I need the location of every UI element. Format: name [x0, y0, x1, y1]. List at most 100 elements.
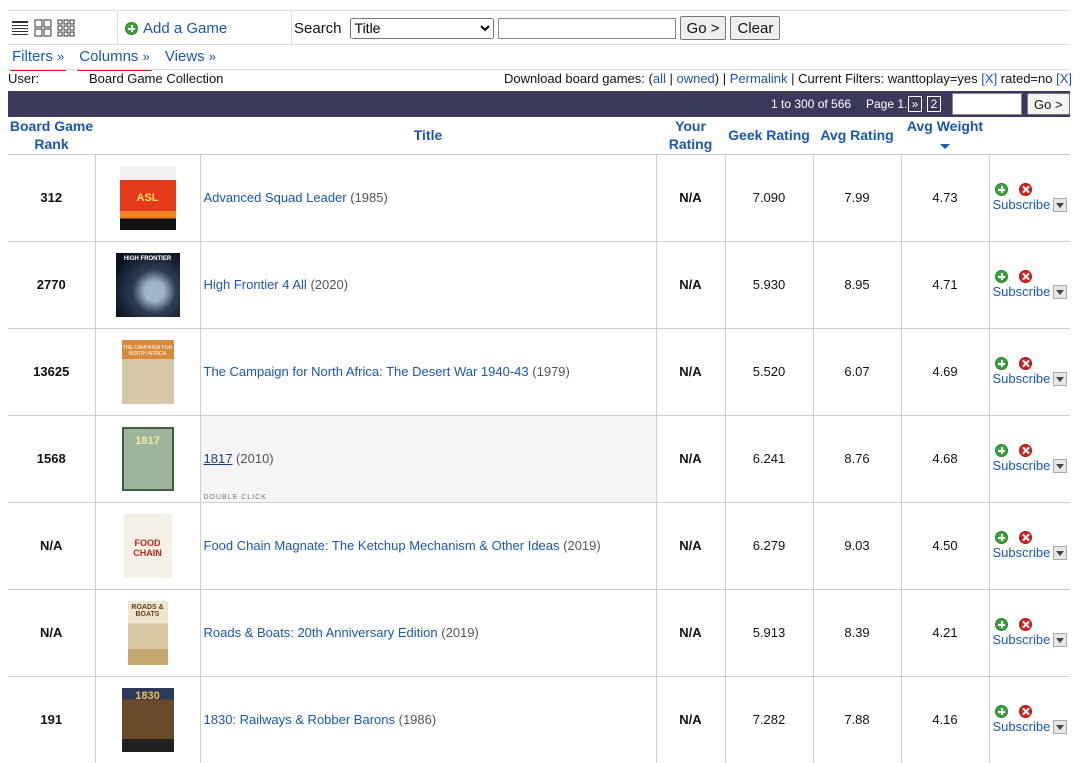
game-title-link[interactable]: The Campaign for North Africa: The Deser… [204, 364, 529, 379]
game-title-link[interactable]: Advanced Squad Leader [204, 190, 347, 205]
table-row: 1568 1817 1817 (2010) DOUBLE CLICK N/A 6.241 8… [8, 414, 1070, 502]
game-thumbnail[interactable]: 1830 [121, 687, 174, 752]
your-rating-cell[interactable]: N/A [655, 675, 725, 763]
game-title-link[interactable]: 1830: Railways & Robber Barons [204, 712, 396, 727]
your-rating-cell[interactable]: N/A [655, 588, 725, 676]
subscribe-link[interactable]: Subscribe [993, 458, 1051, 473]
subscribe-link[interactable]: Subscribe [993, 284, 1051, 299]
page-2-link[interactable]: 2 [927, 96, 941, 112]
game-year: (2020) [310, 277, 349, 292]
search-section: Search Title Go > Clear [294, 11, 784, 45]
remove-rated-filter[interactable]: [X] [1056, 71, 1072, 86]
col-your-rating-header[interactable]: Your Rating [656, 117, 725, 154]
game-thumbnail[interactable]: ASL [119, 165, 176, 230]
your-rating-cell[interactable]: N/A [655, 501, 725, 589]
col-rank-header[interactable]: Board Game Rank [8, 117, 95, 154]
permalink-link[interactable]: Permalink [730, 71, 788, 86]
add-icon[interactable] [125, 21, 138, 35]
actions-cell: Subscribe [988, 501, 1070, 589]
next-page-button[interactable]: » [908, 96, 922, 112]
game-thumbnail[interactable]: THE CAMPAIGN FOR NORTH AFRICA [121, 339, 174, 404]
thumbnail-art-text: ASL [136, 191, 159, 204]
thumbnail-art-text: 1817 [135, 434, 160, 447]
remove-icon[interactable] [1018, 183, 1032, 196]
search-go-button[interactable]: Go > [679, 16, 727, 40]
add-game-link[interactable]: Add a Game [143, 20, 227, 37]
actions-cell: Subscribe [988, 675, 1070, 763]
your-rating-cell[interactable]: N/A [655, 414, 725, 502]
search-type-select[interactable]: Title [349, 17, 494, 39]
dropdown-arrow-icon[interactable] [1053, 719, 1068, 734]
dropdown-arrow-icon[interactable] [1053, 284, 1068, 299]
game-title-link[interactable]: 1817 [204, 451, 233, 466]
dropdown-arrow-icon[interactable] [1053, 545, 1068, 560]
remove-icon[interactable] [1018, 618, 1032, 631]
add-icon[interactable] [994, 531, 1008, 544]
remove-icon[interactable] [1018, 531, 1032, 544]
add-icon[interactable] [994, 618, 1008, 631]
col-avg-rating-header[interactable]: Avg Rating [813, 117, 901, 154]
avg-rating-cell: 9.03 [812, 501, 901, 589]
game-thumbnail[interactable]: ROADS & BOATS [127, 600, 168, 665]
your-rating-cell[interactable]: N/A [655, 327, 725, 415]
col-avg-weight-header[interactable]: Avg Weight [901, 117, 989, 154]
geek-rating-cell: 7.282 [724, 675, 813, 763]
compact-grid-view-icon[interactable] [57, 19, 75, 37]
separator: | [665, 71, 677, 86]
thumbnail-cell: 1830 [94, 675, 200, 763]
download-owned-link[interactable]: owned [676, 71, 714, 86]
your-rating-cell[interactable]: N/A [655, 153, 725, 241]
views-tab-arrow: » [208, 49, 216, 64]
remove-icon[interactable] [1018, 444, 1032, 457]
dropdown-arrow-icon[interactable] [1053, 632, 1068, 647]
subscribe-link[interactable]: Subscribe [993, 545, 1051, 560]
add-icon[interactable] [994, 357, 1008, 370]
search-input[interactable] [497, 17, 676, 39]
list-view-icon[interactable] [11, 19, 29, 37]
game-thumbnail[interactable]: FOOD CHAIN [123, 513, 172, 578]
actions-cell: Subscribe [988, 414, 1070, 502]
avg-weight-cell: 4.73 [900, 153, 989, 241]
thumbnail-art-text: ROADS & BOATS [131, 603, 164, 618]
remove-icon[interactable] [1018, 357, 1032, 370]
game-title-link[interactable]: Roads & Boats: 20th Anniversary Edition [204, 625, 438, 640]
thumbnail-cell: HIGH FRONTIER [94, 240, 200, 328]
views-tab[interactable]: Views » [165, 48, 216, 68]
subscribe-link[interactable]: Subscribe [993, 632, 1051, 647]
col-geek-rating-header[interactable]: Geek Rating [725, 117, 813, 154]
filters-tab[interactable]: Filters » [9, 48, 67, 71]
add-icon[interactable] [994, 270, 1008, 283]
game-title-link[interactable]: Food Chain Magnate: The Ketchup Mechanis… [204, 538, 560, 553]
clear-button[interactable]: Clear [730, 16, 781, 40]
remove-wanttoplay-filter[interactable]: [X] [981, 71, 997, 86]
avg-rating-cell: 8.76 [812, 414, 901, 502]
dropdown-arrow-icon[interactable] [1053, 458, 1068, 473]
table-header-row: Board Game Rank Title Your Rating Geek R… [8, 117, 1070, 154]
add-icon[interactable] [994, 705, 1008, 719]
dropdown-arrow-icon[interactable] [1053, 371, 1068, 386]
your-rating-cell[interactable]: N/A [655, 240, 725, 328]
subscribe-link[interactable]: Subscribe [993, 371, 1051, 386]
grid-view-icon[interactable] [34, 19, 52, 37]
double-click-hint: DOUBLE CLICK [203, 493, 267, 501]
actions-cell: Subscribe [988, 588, 1070, 676]
subscribe-link[interactable]: Subscribe [993, 719, 1051, 734]
columns-tab[interactable]: Columns » [77, 48, 152, 71]
current-page: Page 1. [866, 97, 908, 111]
page-go-button[interactable]: Go > [1027, 93, 1070, 115]
dropdown-arrow-icon[interactable] [1053, 197, 1068, 212]
remove-icon[interactable] [1018, 705, 1032, 719]
geek-rating-cell: 6.279 [724, 501, 813, 589]
game-thumbnail[interactable]: HIGH FRONTIER [115, 252, 180, 317]
add-icon[interactable] [994, 444, 1008, 457]
remove-icon[interactable] [1018, 270, 1032, 283]
subscribe-row: Subscribe [993, 371, 1071, 386]
game-title-link[interactable]: High Frontier 4 All [204, 277, 307, 292]
table-row: N/A FOOD CHAIN Food Chain Magnate: The Ket… [8, 501, 1070, 589]
col-title-header[interactable]: Title [200, 117, 656, 154]
page-number-input[interactable] [952, 93, 1022, 115]
download-all-link[interactable]: all [653, 71, 666, 86]
add-icon[interactable] [994, 183, 1008, 196]
game-thumbnail[interactable]: 1817 [121, 426, 174, 491]
subscribe-link[interactable]: Subscribe [993, 197, 1051, 212]
